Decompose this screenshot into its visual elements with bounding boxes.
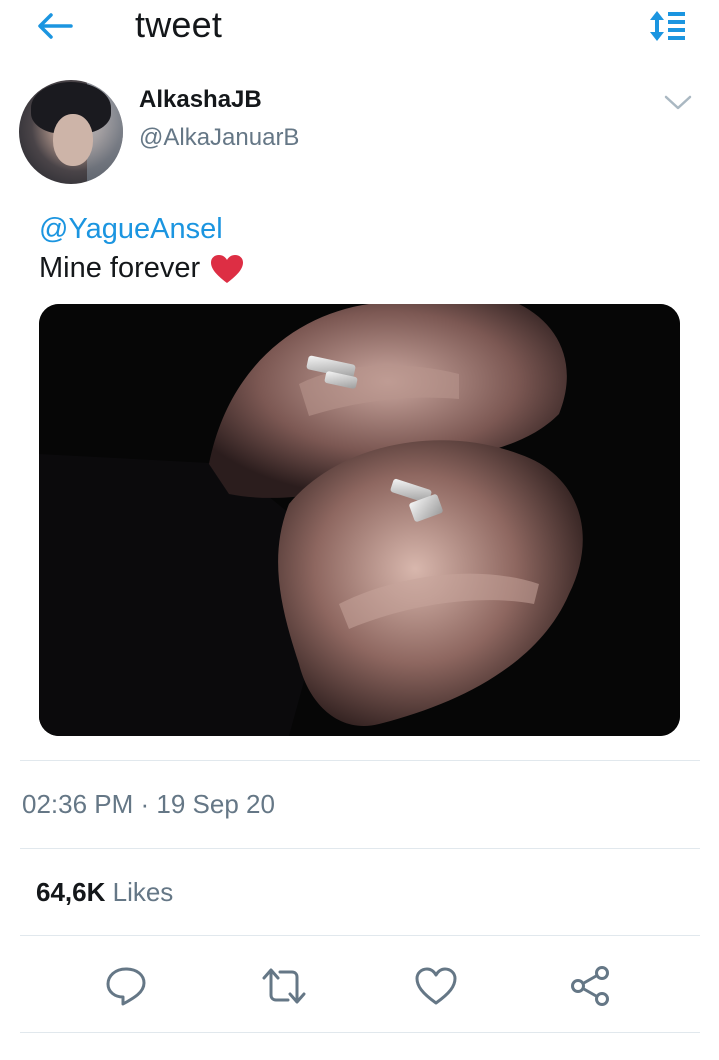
reply-button[interactable] bbox=[98, 958, 154, 1014]
user-handle[interactable]: @AlkaJanuarB bbox=[139, 124, 299, 152]
like-button[interactable] bbox=[408, 958, 464, 1014]
user-display-name[interactable]: AlkashaJB bbox=[139, 86, 262, 114]
chevron-down-icon bbox=[664, 95, 692, 110]
top-bar: tweet bbox=[0, 0, 719, 60]
hands-rings-photo bbox=[39, 304, 680, 736]
tweet-text: Mine forever bbox=[39, 252, 244, 285]
avatar[interactable] bbox=[19, 80, 123, 184]
back-button[interactable] bbox=[30, 6, 80, 46]
like-heart-icon bbox=[415, 967, 457, 1005]
share-button[interactable] bbox=[562, 958, 618, 1014]
retweet-icon bbox=[262, 968, 306, 1004]
tweet-photo[interactable] bbox=[39, 304, 680, 736]
mention-link[interactable]: @YagueAnsel bbox=[39, 213, 223, 246]
tweet-text-content: Mine forever bbox=[39, 252, 201, 284]
tweet-timestamp: 02:36 PM · 19 Sep 20 bbox=[22, 789, 275, 819]
share-icon bbox=[571, 966, 609, 1006]
page-title: tweet bbox=[135, 4, 223, 45]
retweet-button[interactable] bbox=[256, 958, 312, 1014]
divider bbox=[20, 848, 700, 849]
divider bbox=[20, 935, 700, 936]
likes-stat[interactable]: 64,6K Likes bbox=[36, 877, 173, 908]
sort-list-icon bbox=[650, 11, 685, 41]
likes-label: Likes bbox=[105, 877, 174, 907]
sort-button[interactable] bbox=[644, 6, 692, 46]
arrow-left-icon bbox=[38, 13, 73, 39]
divider bbox=[20, 760, 700, 761]
reply-icon bbox=[106, 967, 146, 1006]
tweet-menu-button[interactable] bbox=[658, 88, 698, 118]
red-heart-emoji bbox=[211, 254, 244, 283]
divider bbox=[20, 1032, 700, 1033]
likes-count: 64,6K bbox=[36, 877, 106, 907]
